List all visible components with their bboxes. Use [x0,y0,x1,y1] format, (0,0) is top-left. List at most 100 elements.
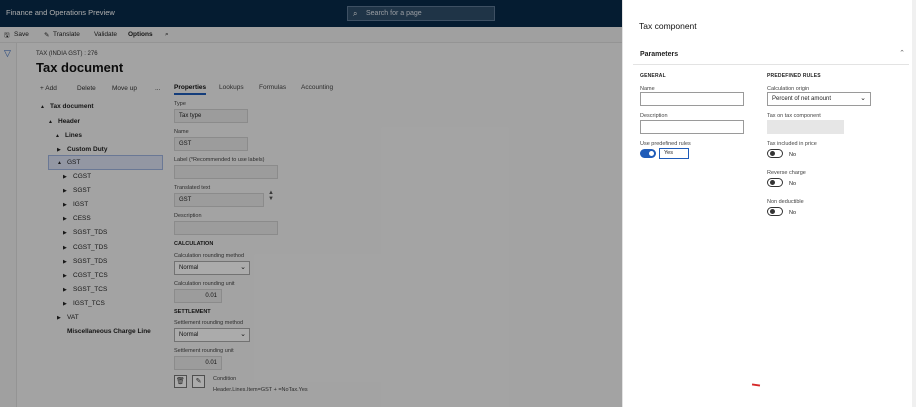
save-icon[interactable]: 🖫 [4,31,10,42]
save-button[interactable]: Save [14,31,29,38]
expand-icon[interactable]: ▶ [63,227,73,239]
tree-item[interactable]: ▶ Custom Duty [57,144,107,156]
expand-icon[interactable]: ▶ [63,256,73,268]
parameters-section-header[interactable]: Parameters ⌃ [633,43,909,65]
tab-accounting[interactable]: Accounting [301,84,333,91]
name-field[interactable]: GST [174,137,248,151]
calc-rounding-unit-field[interactable]: 0.01 [174,289,222,303]
type-label: Type [174,101,186,107]
top-navigation-bar: Finance and Operations Preview ⌕ Search … [0,0,622,27]
tree-item[interactable]: Miscellaneous Charge Line [57,326,151,338]
tree-item[interactable]: ▶ IGST [63,199,88,211]
description-field[interactable] [174,221,278,235]
tree-item[interactable]: ▶ SGST_TDS [63,227,107,239]
toggle-knob [649,151,654,156]
panel-title: Tax component [639,21,697,31]
type-field[interactable]: Tax type [174,109,248,123]
tree-item[interactable]: ▲ Lines [55,130,82,142]
translate-icon[interactable]: ✎ [44,31,49,39]
expand-icon[interactable]: ▶ [63,242,73,254]
tab-formulas[interactable]: Formulas [259,84,286,91]
more-button[interactable]: ... [155,85,160,92]
tree-item[interactable]: ▲ GST [57,157,80,169]
tax-on-tax-component-input[interactable] [767,120,844,134]
tab-lookups[interactable]: Lookups [219,84,244,91]
delete-button[interactable]: Delete [77,85,96,92]
settle-rounding-unit-field[interactable]: 0.01 [174,356,222,370]
global-search[interactable]: ⌕ Search for a page [347,6,495,21]
settlement-heading: SETTLEMENT [174,309,211,315]
non-deductible-label: Non deductible [767,199,804,205]
tree-item[interactable]: ▶ VAT [57,312,79,324]
description-label: Description [174,213,202,219]
tree-item[interactable]: ▶ CGST [63,171,91,183]
expand-icon[interactable]: ▶ [57,312,67,324]
tree-item-label: SGST_TDS [73,258,108,265]
expand-icon[interactable]: ▲ [57,157,67,169]
tree-item[interactable]: ▲ Header [48,116,80,128]
non-deductible-toggle[interactable] [767,207,783,216]
translate-button[interactable]: Translate [53,31,80,38]
tree-item[interactable]: ▶ CGST_TDS [63,242,108,254]
translate-updown-icon[interactable]: ▲ ▼ [268,190,274,202]
tree-item[interactable]: ▶ IGST_TCS [63,298,105,310]
expand-icon[interactable]: ▲ [40,101,50,113]
options-button[interactable]: Options [128,31,153,38]
expand-icon[interactable]: ▶ [57,144,67,156]
tree-item[interactable]: ▶ SGST_TDS [63,256,107,268]
tree-item[interactable]: ▲ Tax document [40,101,94,113]
tree-item-label: Miscellaneous Charge Line [67,328,151,335]
search-placeholder: Search for a page [366,10,422,17]
description-input[interactable] [640,120,744,134]
edit-icon[interactable]: ✎ [192,375,205,388]
validate-button[interactable]: Validate [94,31,117,38]
expand-icon[interactable]: ▶ [63,199,73,211]
calc-rounding-method-value: Normal [179,265,199,271]
tax-included-in-price-toggle[interactable] [767,149,783,158]
tree-item[interactable]: ▶ SGST_TCS [63,284,107,296]
expand-icon[interactable]: ▲ [48,116,58,128]
name-input[interactable] [640,92,744,106]
expand-icon[interactable]: ▶ [63,284,73,296]
use-predefined-rules-label: Use predefined rules [640,141,691,147]
delete-icon[interactable]: 🗑 [174,375,187,388]
chevron-down-icon: ⌄ [860,95,866,102]
chevron-down-icon: ⌄ [240,264,246,271]
expand-icon[interactable]: ▶ [63,213,73,225]
label-field[interactable] [174,165,278,179]
expand-icon[interactable]: ▶ [63,270,73,282]
settle-rounding-unit-label: Settlement rounding unit [174,348,234,354]
tree-item-label: SGST_TDS [73,229,108,236]
tree-item-label: Custom Duty [67,146,108,153]
tab-properties[interactable]: Properties [174,84,207,95]
calc-rounding-method-dropdown[interactable]: Normal ⌄ [174,261,250,275]
toggle-knob [770,209,775,214]
expand-icon[interactable]: ▶ [63,171,73,183]
description-label: Description [640,113,668,119]
tree-item[interactable]: ▶ SGST [63,185,91,197]
tree-item-label: SGST [73,187,91,194]
calculation-origin-value: Percent of net amount [772,96,832,102]
filter-icon[interactable]: ▽ [4,48,11,59]
settle-rounding-method-dropdown[interactable]: Normal ⌄ [174,328,250,342]
label-label: Label (*Recommended to use labels) [174,157,265,163]
reverse-charge-toggle[interactable] [767,178,783,187]
tree-item[interactable]: ▶ CGST_TCS [63,270,108,282]
calc-rounding-method-label: Calculation rounding method [174,253,245,259]
tax-on-tax-component-label: Tax on tax component [767,113,821,119]
add-button[interactable]: + Add [40,85,57,92]
chevron-up-icon: ⌃ [899,50,905,57]
tree-item[interactable]: ▶ CESS [63,213,91,225]
calculation-origin-select[interactable]: Percent of net amount ⌄ [767,92,871,106]
settle-rounding-method-value: Normal [179,332,199,338]
expand-icon[interactable]: ▲ [55,130,65,142]
parameters-section-label: Parameters [640,51,679,58]
expand-icon[interactable]: ▶ [63,185,73,197]
move-up-button[interactable]: Move up [112,85,137,92]
translated-text-field[interactable]: GST [174,193,264,207]
page-scrollbar[interactable] [912,0,916,407]
use-predefined-rules-toggle[interactable] [640,149,656,158]
reverse-charge-label: Reverse charge [767,170,806,176]
expand-icon[interactable]: ▶ [63,298,73,310]
search-action-icon[interactable]: ⌕ [165,31,169,39]
